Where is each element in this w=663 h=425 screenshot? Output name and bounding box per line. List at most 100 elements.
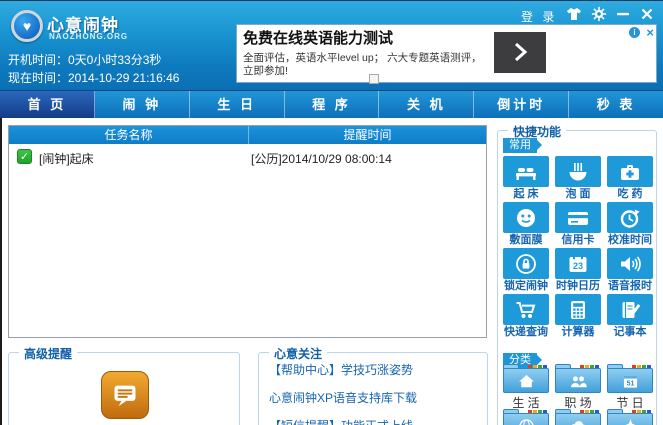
ad-checkbox[interactable] <box>369 74 379 84</box>
sms-message-icon[interactable] <box>101 371 149 419</box>
tab-home[interactable]: 首 页 <box>0 91 95 118</box>
focus-title: 心意关注 <box>269 345 327 362</box>
tile-calculator[interactable]: 计算器 <box>555 294 601 339</box>
folder-dots <box>528 410 547 413</box>
folder-people[interactable]: 职 场 <box>555 364 601 407</box>
task-table-header: 任务名称 提醒时间 <box>9 126 486 144</box>
tile-label: 校准时间 <box>604 233 656 247</box>
lock-tile <box>503 248 549 279</box>
tile-label: 锁定闹钟 <box>500 279 552 293</box>
focus-link-1[interactable]: 心意闹钟XP语音支持库下载 <box>269 389 487 406</box>
ad-close-icon[interactable]: × <box>646 25 654 40</box>
tile-label: 信用卡 <box>552 233 604 247</box>
folder-calendar51[interactable]: 51节 日 <box>607 364 653 407</box>
tile-label: 语音报时 <box>604 279 656 293</box>
tile-label: 时钟日历 <box>552 279 604 293</box>
speaker-icon <box>618 252 642 276</box>
cart-icon <box>514 298 538 322</box>
folder-body <box>555 413 601 425</box>
tab-stopwatch[interactable]: 秒 表 <box>569 91 663 118</box>
globe-icon <box>516 416 537 425</box>
clock-sync-icon <box>618 206 642 230</box>
common-grid: 起 床泡 面吃 药敷面膜信用卡校准时间锁定闹钟23时钟日历语音报时快递查询计算器… <box>503 156 653 339</box>
tile-label: 吃 药 <box>604 187 656 201</box>
focus-link-0[interactable]: 【帮助中心】学技巧涨姿势 <box>269 361 487 378</box>
folder-body <box>503 413 549 425</box>
category-grid: 生 活职 场51节 日 <box>503 364 653 425</box>
svg-text:51: 51 <box>627 380 635 387</box>
folder-spark[interactable] <box>607 409 653 425</box>
focus-link-2[interactable]: 【短信提醒】功能正式上线 <box>269 417 487 425</box>
tile-notebook[interactable]: 记事本 <box>607 294 653 339</box>
tab-shutdown[interactable]: 关 机 <box>379 91 474 118</box>
tile-medkit[interactable]: 吃 药 <box>607 156 653 201</box>
common-tag: 常用 <box>503 138 537 153</box>
current-time-text: 现在时间：2014-10-29 21:16:46 <box>8 69 179 86</box>
ad-text-line2: 立即参加! <box>243 63 288 78</box>
bed-icon <box>514 160 538 184</box>
task-row[interactable]: ✓ [闹钟]起床 [公历]2014/10/29 08:00:14 <box>9 144 486 170</box>
tile-mask[interactable]: 敷面膜 <box>503 202 549 247</box>
cloud-icon <box>568 416 589 425</box>
noodles-tile <box>555 156 601 187</box>
ad-banner[interactable]: 免费在线英语能力测试 全面评估，英语水平level up； 六大专题英语测评， … <box>236 24 657 83</box>
folder-dots <box>580 365 599 368</box>
calculator-icon <box>566 298 590 322</box>
close-icon[interactable] <box>637 5 657 23</box>
tile-label: 起 床 <box>500 187 552 201</box>
folder-body: 51 <box>607 368 653 393</box>
lock-icon <box>514 252 538 276</box>
ad-info-icon[interactable]: i <box>629 27 640 38</box>
uptime-text: 开机时间：0天0小时33分3秒 <box>8 51 161 68</box>
login-link[interactable]: 登 录 <box>521 8 557 25</box>
advanced-reminder-title: 高级提醒 <box>19 345 77 362</box>
tile-credit-card[interactable]: 信用卡 <box>555 202 601 247</box>
header: ♥ 心意闹钟 NAOZHONG.ORG 开机时间：0天0小时33分3秒 现在时间… <box>0 0 663 90</box>
folder-body <box>607 413 653 425</box>
task-time: [公历]2014/10/29 08:00:14 <box>251 150 392 167</box>
column-task-name: 任务名称 <box>9 126 249 144</box>
settings-gear-icon[interactable] <box>589 5 609 23</box>
task-table: 任务名称 提醒时间 ✓ [闹钟]起床 [公历]2014/10/29 08:00:14 <box>8 125 487 338</box>
tile-cart[interactable]: 快递查询 <box>503 294 549 339</box>
tile-noodles[interactable]: 泡 面 <box>555 156 601 201</box>
calendar51-icon: 51 <box>620 371 641 392</box>
speaker-tile <box>607 248 653 279</box>
house-icon <box>516 371 537 392</box>
mask-tile <box>503 202 549 233</box>
column-remind-time: 提醒时间 <box>249 126 486 144</box>
tile-calendar[interactable]: 23时钟日历 <box>555 248 601 293</box>
tab-alarm[interactable]: 闹 钟 <box>95 91 190 118</box>
tile-bed[interactable]: 起 床 <box>503 156 549 201</box>
folder-body <box>555 368 601 393</box>
credit-card-tile <box>555 202 601 233</box>
people-icon <box>568 371 589 392</box>
folder-dots <box>528 365 547 368</box>
ad-go-button[interactable] <box>494 32 546 73</box>
tile-label: 记事本 <box>604 325 656 339</box>
folder-globe[interactable] <box>503 409 549 425</box>
mask-icon <box>514 206 538 230</box>
app-subtitle: NAOZHONG.ORG <box>49 32 128 41</box>
tile-lock[interactable]: 锁定闹钟 <box>503 248 549 293</box>
app-logo-heart-icon: ♥ <box>11 10 43 42</box>
credit-card-icon <box>566 206 590 230</box>
tab-countdown[interactable]: 倒计时 <box>474 91 569 118</box>
ad-title: 免费在线英语能力测试 <box>243 27 393 48</box>
app-window: ♥ 心意闹钟 NAOZHONG.ORG 开机时间：0天0小时33分3秒 现在时间… <box>0 0 663 425</box>
tile-clock-sync[interactable]: 校准时间 <box>607 202 653 247</box>
nav-tabs: 首 页闹 钟生 日程 序关 机倒计时秒 表 <box>0 90 663 118</box>
folder-dots <box>632 410 651 413</box>
quick-functions-box: 快捷功能 常用 起 床泡 面吃 药敷面膜信用卡校准时间锁定闹钟23时钟日历语音报… <box>497 130 657 425</box>
task-name: [闹钟]起床 <box>39 150 94 167</box>
bed-tile <box>503 156 549 187</box>
minimize-icon[interactable] <box>613 5 633 23</box>
folder-cloud[interactable] <box>555 409 601 425</box>
tile-speaker[interactable]: 语音报时 <box>607 248 653 293</box>
task-checkbox[interactable]: ✓ <box>17 149 32 164</box>
tab-birthday[interactable]: 生 日 <box>190 91 285 118</box>
skin-shirt-icon[interactable] <box>564 5 584 23</box>
tab-program[interactable]: 程 序 <box>285 91 380 118</box>
folder-house[interactable]: 生 活 <box>503 364 549 407</box>
folder-dots <box>632 365 651 368</box>
